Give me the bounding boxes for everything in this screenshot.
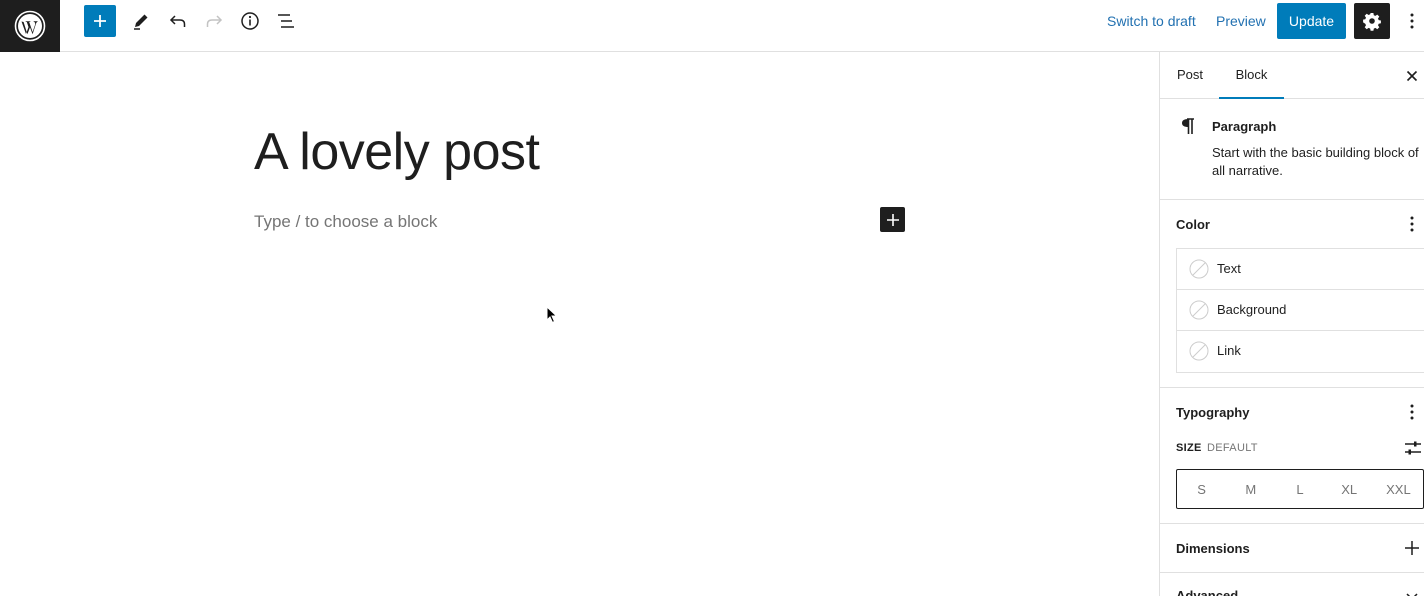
sliders-icon bbox=[1405, 441, 1421, 455]
kebab-icon bbox=[1410, 404, 1414, 420]
sidebar-tabs: Post Block bbox=[1160, 52, 1424, 99]
post-title[interactable]: A lovely post bbox=[254, 122, 540, 182]
dimensions-add-button[interactable] bbox=[1404, 540, 1420, 561]
close-sidebar-button[interactable] bbox=[1402, 66, 1422, 86]
font-size-label-text: Size bbox=[1176, 442, 1202, 454]
plus-icon bbox=[1405, 541, 1419, 555]
wordpress-icon bbox=[14, 10, 46, 42]
block-inserter-button[interactable] bbox=[84, 5, 116, 37]
typography-panel: Typography Size Default S M L XL XXL bbox=[1160, 388, 1424, 524]
block-name: Paragraph bbox=[1212, 119, 1277, 134]
plus-icon bbox=[886, 213, 899, 226]
color-item-label: Text bbox=[1217, 261, 1241, 276]
block-placeholder[interactable]: Type / to choose a block bbox=[254, 210, 437, 234]
color-list: Text Background Link bbox=[1176, 248, 1424, 373]
settings-sidebar: Post Block Paragraph Start with the basi… bbox=[1159, 52, 1424, 596]
color-item-label: Link bbox=[1217, 343, 1241, 358]
font-size-l[interactable]: L bbox=[1275, 470, 1324, 508]
close-icon bbox=[1406, 70, 1418, 82]
typography-panel-title: Typography bbox=[1176, 405, 1250, 420]
update-button[interactable]: Update bbox=[1277, 3, 1346, 39]
typography-options-button[interactable] bbox=[1404, 402, 1420, 422]
undo-icon bbox=[169, 15, 186, 27]
tools-button[interactable] bbox=[123, 3, 159, 39]
color-panel-title: Color bbox=[1176, 217, 1210, 232]
font-size-label: Size Default bbox=[1176, 442, 1258, 454]
advanced-panel-title: Advanced bbox=[1176, 588, 1239, 596]
kebab-icon bbox=[1410, 13, 1414, 29]
preview-button[interactable]: Preview bbox=[1216, 0, 1266, 42]
color-item-label: Background bbox=[1217, 302, 1287, 317]
switch-to-draft-button[interactable]: Switch to draft bbox=[1107, 0, 1196, 42]
settings-button[interactable] bbox=[1354, 3, 1390, 39]
editor-canvas[interactable]: A lovely post Type / to choose a block bbox=[0, 52, 1159, 596]
chevron-down-icon bbox=[1406, 593, 1418, 596]
dimensions-panel-title: Dimensions bbox=[1176, 541, 1250, 556]
pilcrow-icon bbox=[1182, 118, 1194, 134]
list-view-button[interactable] bbox=[268, 3, 304, 39]
color-item-background[interactable]: Background bbox=[1177, 290, 1424, 331]
empty-swatch-icon bbox=[1189, 341, 1209, 361]
font-size-value: Default bbox=[1207, 442, 1258, 454]
color-item-text[interactable]: Text bbox=[1177, 249, 1424, 290]
gear-icon bbox=[1363, 13, 1381, 31]
color-options-button[interactable] bbox=[1404, 214, 1420, 234]
font-size-xxl[interactable]: XXL bbox=[1374, 470, 1423, 508]
tab-post[interactable]: Post bbox=[1168, 52, 1212, 99]
wordpress-logo-button[interactable] bbox=[0, 0, 60, 52]
font-size-picker: S M L XL XXL bbox=[1176, 469, 1424, 509]
empty-swatch-icon bbox=[1189, 259, 1209, 279]
details-button[interactable] bbox=[232, 3, 268, 39]
pencil-icon bbox=[134, 14, 148, 30]
advanced-toggle[interactable] bbox=[1404, 588, 1420, 596]
info-icon bbox=[241, 12, 259, 30]
block-card: Paragraph Start with the basic building … bbox=[1160, 99, 1424, 200]
font-size-s[interactable]: S bbox=[1177, 470, 1226, 508]
color-panel: Color Text Background Link bbox=[1160, 200, 1424, 388]
undo-button[interactable] bbox=[160, 3, 196, 39]
editor-header: Switch to draft Preview Update bbox=[0, 0, 1424, 52]
redo-button[interactable] bbox=[196, 3, 232, 39]
plus-icon bbox=[94, 15, 106, 27]
redo-icon bbox=[206, 15, 223, 27]
color-item-link[interactable]: Link bbox=[1177, 331, 1424, 372]
mouse-pointer-icon bbox=[546, 306, 558, 324]
font-size-xl[interactable]: XL bbox=[1325, 470, 1374, 508]
font-size-m[interactable]: M bbox=[1226, 470, 1275, 508]
block-description: Start with the basic building block of a… bbox=[1212, 145, 1419, 178]
dimensions-panel[interactable]: Dimensions bbox=[1160, 524, 1424, 573]
options-menu-button[interactable] bbox=[1400, 3, 1424, 39]
list-view-icon bbox=[278, 14, 294, 28]
kebab-icon bbox=[1410, 216, 1414, 232]
custom-size-toggle[interactable] bbox=[1404, 440, 1422, 461]
empty-swatch-icon bbox=[1189, 300, 1209, 320]
tab-block[interactable]: Block bbox=[1219, 52, 1284, 99]
add-block-button[interactable] bbox=[880, 207, 905, 232]
advanced-panel[interactable]: Advanced bbox=[1160, 573, 1424, 596]
